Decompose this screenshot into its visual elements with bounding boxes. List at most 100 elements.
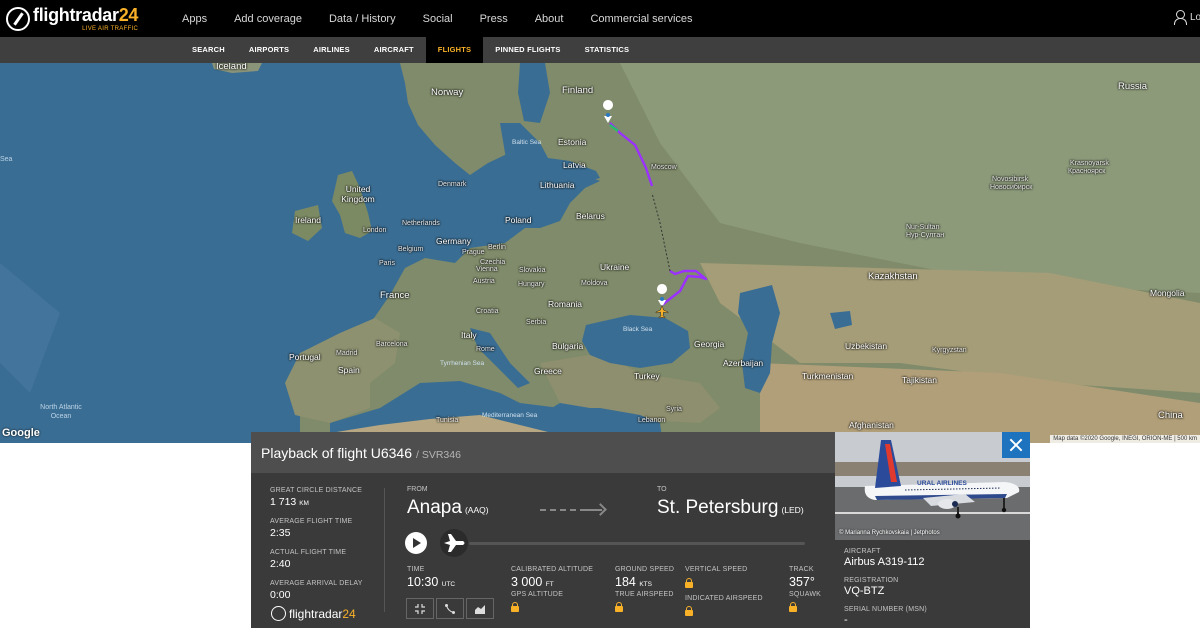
logo-name-text: flightradar: [33, 5, 119, 25]
route-view-button[interactable]: [436, 598, 464, 619]
playback-tools: [406, 598, 496, 619]
nav-press[interactable]: Press: [480, 13, 508, 25]
metric-time: TIME 10:30 UTC: [407, 566, 455, 589]
lock-icon: [685, 606, 693, 616]
subnav-flights[interactable]: FLIGHTS: [425, 37, 484, 63]
subnav-aircraft[interactable]: AIRCRAFT: [362, 37, 426, 63]
map-label-krasnoyarsk: Krasnoyarsk: [1070, 160, 1109, 167]
close-button[interactable]: [1002, 432, 1030, 458]
map-label-netherlands: Netherlands: [402, 220, 440, 227]
map-label-belarus: Belarus: [576, 211, 605, 221]
map-label-ukraine: Ukraine: [600, 262, 630, 272]
login-button[interactable]: Lo: [1174, 10, 1200, 25]
metric-track: TRACK 357° SQUAWK: [789, 566, 821, 616]
metric-value-unit: FT: [545, 581, 554, 588]
map-label-baltic-sea: Baltic Sea: [512, 139, 542, 146]
map-label-russia: Russia: [1118, 81, 1148, 92]
stat-average-flight-time: AVERAGE FLIGHT TIME 2:35: [270, 518, 384, 539]
graph-button[interactable]: [466, 598, 494, 619]
map-label-estonia: Estonia: [558, 137, 587, 147]
map-label-norway: Norway: [431, 87, 464, 98]
map-label-georgia: Georgia: [694, 339, 725, 349]
playback-title-text: Playback of flight U6346: [261, 444, 412, 461]
lock-icon: [615, 602, 623, 612]
play-button[interactable]: [405, 532, 427, 554]
photo-credit[interactable]: © Marianna Rychkovskaia | Jetphotos: [839, 530, 940, 536]
route-from: FROM Anapa (AAQ): [407, 486, 489, 519]
sub-navigation-bar: SEARCH AIRPORTS AIRLINES AIRCRAFT FLIGHT…: [0, 37, 1200, 63]
map-label-czechia: Czechia: [480, 259, 506, 266]
map-label-turkey: Turkey: [634, 371, 660, 381]
playback-slider-plane-icon[interactable]: [439, 528, 469, 558]
nav-add-coverage[interactable]: Add coverage: [234, 13, 302, 25]
flightradar24-logo[interactable]: flightradar24 LIVE AIR TRAFFIC: [6, 5, 138, 33]
metric-label: TRACK: [789, 566, 814, 573]
nav-data-history[interactable]: Data / History: [329, 13, 396, 25]
map-label-azerbaijan: Azerbaijan: [723, 358, 764, 368]
subnav-airlines[interactable]: AIRLINES: [301, 37, 362, 63]
map-canvas[interactable]: Iceland Norway Finland Russia Estonia La…: [0, 63, 1200, 443]
registration-value[interactable]: VQ-BTZ: [844, 585, 927, 597]
stat-value: 0:00: [270, 589, 291, 601]
map-label-london: London: [363, 227, 387, 234]
compress-icon: [415, 603, 425, 614]
nav-social[interactable]: Social: [423, 13, 453, 25]
map-label-black-sea: Black Sea: [623, 326, 653, 333]
map-label-nur-sultan-local: Нур-Султан: [906, 232, 945, 239]
nav-apps[interactable]: Apps: [182, 13, 207, 25]
map-label-paris: Paris: [379, 260, 395, 267]
map-label-latvia: Latvia: [563, 160, 586, 170]
nav-commercial-services[interactable]: Commercial services: [590, 13, 692, 25]
lock-icon: [685, 578, 693, 588]
map-label-berlin: Berlin: [488, 244, 506, 251]
metric-vertical-speed: VERTICAL SPEED INDICATED AIRSPEED: [685, 566, 763, 620]
map-label-prague: Prague: [462, 249, 485, 256]
map-label-hungary: Hungary: [518, 281, 545, 288]
lock-icon: [789, 602, 797, 612]
to-airport[interactable]: St. Petersburg (LED): [657, 497, 804, 519]
map-label-krasnoyarsk-local: Красноярск: [1068, 168, 1106, 175]
map-label-turkmenistan: Turkmenistan: [802, 371, 854, 381]
sub-nav: SEARCH AIRPORTS AIRLINES AIRCRAFT FLIGHT…: [180, 37, 641, 63]
metric-value: 357°: [789, 575, 815, 589]
playback-title: Playback of flight U6346/ SVR346: [261, 445, 461, 461]
map-label-poland: Poland: [505, 215, 532, 225]
nav-about[interactable]: About: [535, 13, 564, 25]
from-airport[interactable]: Anapa (AAQ): [407, 497, 489, 519]
to-code: (LED): [781, 505, 804, 515]
metric-value-unit: KTS: [639, 581, 652, 588]
metric-label-gps-altitude: GPS ALTITUDE: [511, 591, 564, 598]
metric-value-number: 3 000: [511, 575, 543, 589]
playback-progress-track[interactable]: [469, 542, 805, 545]
google-logo[interactable]: Google: [2, 427, 40, 439]
footer-logo-number: 24: [342, 606, 356, 621]
fit-view-button[interactable]: [406, 598, 434, 619]
map-label-tunisia: Tunisia: [436, 417, 459, 424]
stat-average-arrival-delay: AVERAGE ARRIVAL DELAY 0:00: [270, 580, 384, 601]
map-label-romania: Romania: [548, 299, 583, 309]
flightradar24-footer-logo[interactable]: flightradar24: [271, 606, 356, 621]
from-code: (AAQ): [464, 505, 489, 515]
aircraft-photo[interactable]: URAL AIRLINES © Marianna Rychkovskaia | …: [835, 432, 1030, 540]
map-attribution[interactable]: Map data ©2020 Google, INEGI, ORION-ME |…: [1050, 435, 1200, 443]
stat-value: 2:35: [270, 527, 291, 539]
stat-actual-flight-time: ACTUAL FLIGHT TIME 2:40: [270, 549, 384, 570]
stat-label: AVERAGE ARRIVAL DELAY: [270, 580, 363, 587]
map-label-italy: Italy: [461, 330, 477, 340]
route-to: TO St. Petersburg (LED): [657, 486, 804, 519]
map-label-spain: Spain: [338, 365, 360, 375]
playback-callsign: / SVR346: [415, 448, 461, 461]
subnav-statistics[interactable]: STATISTICS: [573, 37, 642, 63]
subnav-airports[interactable]: AIRPORTS: [237, 37, 301, 63]
map-label-syria: Syria: [666, 406, 682, 413]
subnav-pinned-flights[interactable]: PINNED FLIGHTS: [483, 37, 572, 63]
map-label-bulgaria: Bulgaria: [552, 341, 584, 351]
to-label: TO: [657, 486, 667, 493]
map-label-tyrrhenian-sea: Tyrrhenian Sea: [440, 360, 485, 367]
metric-label-squawk: SQUAWK: [789, 591, 822, 598]
subnav-search[interactable]: SEARCH: [180, 37, 237, 63]
stat-great-circle-distance: GREAT CIRCLE DISTANCE 1 713 KM: [270, 487, 384, 508]
map-label-kyrgyzstan: Kyrgyzstan: [932, 347, 967, 354]
msn-value: -: [844, 614, 848, 626]
map-label-kazakhstan: Kazakhstan: [868, 271, 918, 282]
